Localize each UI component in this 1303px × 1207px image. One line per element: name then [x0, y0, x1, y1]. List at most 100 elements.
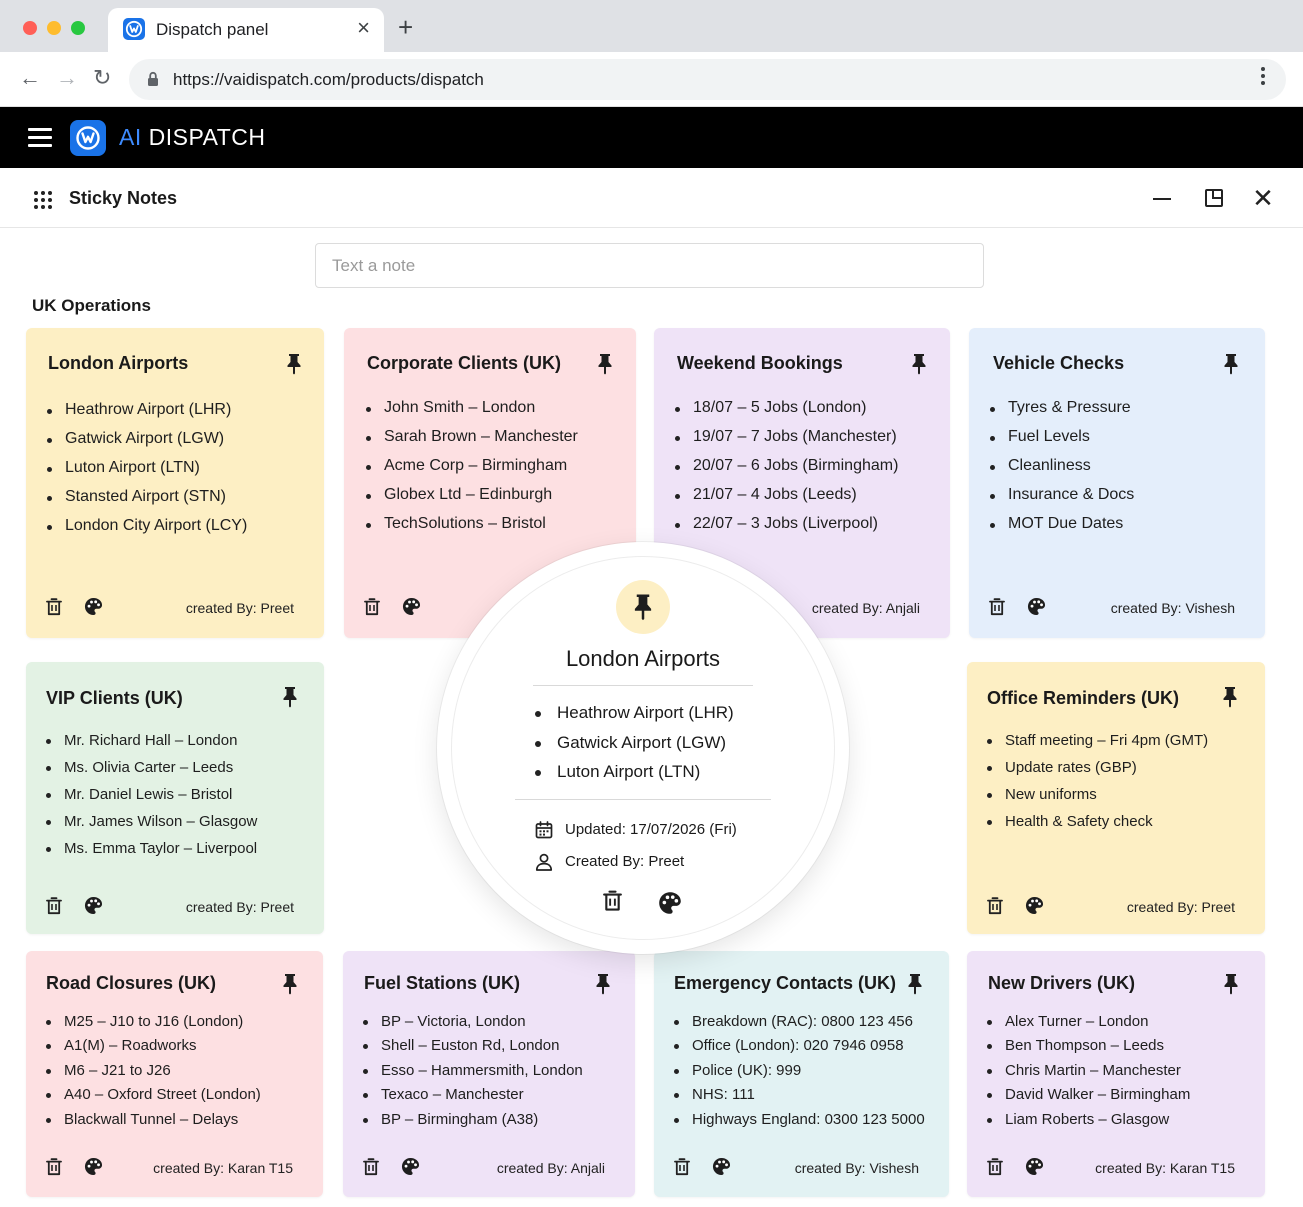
note-list: Staff meeting – Fri 4pm (GMT) Update rate… — [987, 732, 1208, 840]
note-list-item: Mr. Richard Hall – London — [46, 732, 257, 759]
pin-icon[interactable] — [286, 353, 302, 375]
note-list: Tyres & Pressure Fuel Levels Cleanliness In… — [990, 399, 1134, 544]
palette-icon[interactable] — [1025, 1157, 1044, 1176]
note-list-item: John Smith – London — [366, 399, 578, 428]
trash-icon[interactable] — [674, 1158, 690, 1176]
trash-icon[interactable] — [364, 598, 380, 616]
note-title: Road Closures (UK) — [46, 973, 217, 993]
url-field[interactable]: https://vaidispatch.com/products/dispatc… — [129, 59, 1286, 100]
sticky-note-6[interactable]: Road Closures (UK) M25 – J10 to J16 (Lon… — [26, 951, 323, 1197]
note-title: London Airports — [48, 353, 189, 373]
trash-icon[interactable] — [46, 897, 62, 915]
palette-icon[interactable] — [401, 1157, 420, 1176]
detail-palette-icon[interactable] — [658, 891, 682, 915]
palette-icon[interactable] — [84, 1157, 103, 1176]
note-list: Mr. Richard Hall – London Ms. Olivia Cart… — [46, 732, 257, 867]
palette-icon[interactable] — [84, 597, 103, 616]
note-input[interactable] — [315, 243, 984, 288]
trash-icon[interactable] — [987, 897, 1003, 915]
sticky-note-3[interactable]: Vehicle Checks Tyres & Pressure Fuel Leve… — [969, 328, 1265, 638]
pin-icon[interactable] — [595, 973, 611, 995]
forward-arrow-icon[interactable]: → — [56, 65, 78, 91]
trash-icon[interactable] — [46, 1158, 62, 1176]
detail-pin-icon[interactable] — [616, 580, 670, 634]
url-text: https://vaidispatch.com/products/dispatc… — [173, 70, 484, 89]
note-list-item: New uniforms — [987, 786, 1208, 813]
note-list-item: Breakdown (RAC): 0800 123 456 — [674, 1013, 925, 1037]
trash-icon[interactable] — [987, 1158, 1003, 1176]
note-footer: created By: Anjali — [343, 1156, 635, 1180]
detail-list-item: Heathrow Airport (LHR) — [535, 703, 734, 733]
note-list-item: NHS: 111 — [674, 1086, 925, 1110]
tab-close-icon[interactable]: × — [357, 16, 370, 40]
close-panel-icon[interactable]: ✕ — [1251, 185, 1275, 211]
pin-icon[interactable] — [282, 973, 298, 995]
window-minimize-dot[interactable] — [47, 21, 61, 35]
trash-icon[interactable] — [363, 1158, 379, 1176]
note-footer: created By: Preet — [26, 596, 324, 620]
pin-icon[interactable] — [1223, 973, 1239, 995]
new-tab-icon[interactable]: + — [398, 14, 413, 40]
reload-icon[interactable]: ↻ — [93, 65, 111, 91]
sticky-note-5[interactable]: Office Reminders (UK) Staff meeting – Fr… — [967, 662, 1265, 934]
note-creator: created By: Preet — [185, 600, 294, 616]
pin-icon[interactable] — [907, 973, 923, 995]
pin-icon[interactable] — [1222, 686, 1238, 708]
note-list-item: Mr. Daniel Lewis – Bristol — [46, 786, 257, 813]
restore-window-icon[interactable] — [1202, 186, 1226, 210]
detail-trash-icon[interactable] — [603, 890, 622, 912]
pin-icon[interactable] — [597, 353, 613, 375]
note-list-item: Insurance & Docs — [990, 486, 1134, 515]
note-list: BP – Victoria, London Shell – Euston Rd, … — [363, 1013, 583, 1135]
sticky-note-0[interactable]: London Airports Heathrow Airport (LHR) Ga… — [26, 328, 324, 638]
note-list-item: 20/07 – 6 Jobs (Birmingham) — [675, 457, 898, 486]
panel-header: Sticky Notes ✕ — [0, 168, 1303, 228]
apps-grid-icon[interactable] — [34, 191, 52, 209]
note-list-item: Update rates (GBP) — [987, 759, 1208, 786]
note-list-item: M6 – J21 to J26 — [46, 1062, 261, 1086]
note-list-item: 22/07 – 3 Jobs (Liverpool) — [675, 515, 898, 544]
sticky-note-9[interactable]: New Drivers (UK) Alex Turner – London Ben… — [967, 951, 1265, 1197]
sticky-note-4[interactable]: VIP Clients (UK) Mr. Richard Hall – Lond… — [26, 662, 324, 934]
pin-icon[interactable] — [1223, 353, 1239, 375]
note-detail-popover: London Airports Heathrow Airport (LHR) G… — [437, 542, 849, 954]
note-creator: created By: Preet — [1126, 899, 1235, 915]
palette-icon[interactable] — [1025, 896, 1044, 915]
sticky-note-7[interactable]: Fuel Stations (UK) BP – Victoria, London… — [343, 951, 635, 1197]
browser-tab[interactable]: Dispatch panel × — [108, 8, 384, 52]
note-list-item: Ben Thompson – Leeds — [987, 1037, 1190, 1061]
back-arrow-icon[interactable]: ← — [19, 65, 41, 91]
note-list-item: M25 – J10 to J16 (London) — [46, 1013, 261, 1037]
palette-icon[interactable] — [1027, 597, 1046, 616]
note-list-item: Highways England: 0300 123 5000 — [674, 1111, 925, 1135]
detail-divider — [515, 799, 771, 800]
note-footer: created By: Vishesh — [969, 596, 1265, 620]
minimize-icon[interactable] — [1150, 186, 1174, 210]
note-list-item: BP – Victoria, London — [363, 1013, 583, 1037]
pin-icon[interactable] — [282, 686, 298, 708]
favicon-icon — [123, 18, 145, 40]
palette-icon[interactable] — [402, 597, 421, 616]
detail-divider — [533, 685, 753, 686]
note-title: Emergency Contacts (UK) — [674, 973, 897, 993]
trash-icon[interactable] — [46, 598, 62, 616]
note-list-item: A1(M) – Roadworks — [46, 1037, 261, 1061]
note-list-item: Luton Airport (LTN) — [47, 459, 247, 488]
note-list-item: TechSolutions – Bristol — [366, 515, 578, 544]
browser-menu-icon[interactable] — [1255, 64, 1271, 94]
window-zoom-dot[interactable] — [71, 21, 85, 35]
note-list-item: Esso – Hammersmith, London — [363, 1062, 583, 1086]
sticky-note-8[interactable]: Emergency Contacts (UK) Breakdown (RAC):… — [654, 951, 949, 1197]
app-header: AI DISPATCH — [0, 107, 1303, 168]
palette-icon[interactable] — [84, 896, 103, 915]
window-close-dot[interactable] — [23, 21, 37, 35]
note-list-item: Gatwick Airport (LGW) — [47, 430, 247, 459]
note-list-item: David Walker – Birmingham — [987, 1086, 1190, 1110]
palette-icon[interactable] — [712, 1157, 731, 1176]
calendar-icon — [535, 821, 553, 839]
pin-icon[interactable] — [911, 353, 927, 375]
note-list-item: 18/07 – 5 Jobs (London) — [675, 399, 898, 428]
trash-icon[interactable] — [989, 598, 1005, 616]
hamburger-menu-icon[interactable] — [28, 128, 52, 147]
detail-list-item: Gatwick Airport (LGW) — [535, 733, 734, 763]
